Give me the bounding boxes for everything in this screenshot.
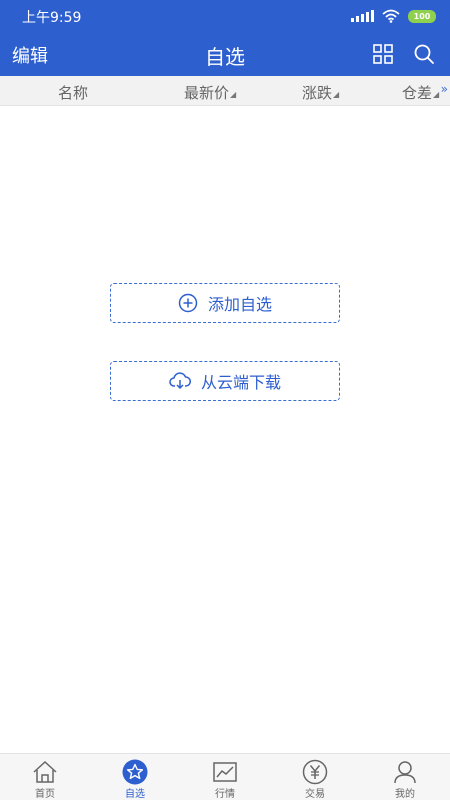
column-change[interactable]: 涨跌◢ (302, 82, 339, 103)
wifi-icon (382, 9, 400, 23)
tab-home[interactable]: 首页 (0, 754, 90, 800)
watchlist-empty-area (0, 107, 450, 753)
app-bar: 编辑 自选 (0, 32, 450, 76)
star-icon (122, 759, 148, 785)
column-latest-price[interactable]: 最新价◢ (184, 82, 236, 103)
cloud-download-label: 从云端下载 (200, 373, 281, 392)
search-icon[interactable] (413, 43, 435, 65)
status-bar: 上午9:59 100 (0, 0, 450, 32)
add-watchlist-label: 添加自选 (207, 295, 272, 314)
add-watchlist-button[interactable]: 添加自选 (110, 283, 340, 323)
user-icon (394, 761, 416, 784)
sort-icon: ◢ (230, 90, 237, 99)
signal-icon (351, 10, 374, 22)
tab-market[interactable]: 行情 (180, 754, 270, 800)
bottom-tab-bar: 首页 自选 行情 交易 我的 (0, 753, 450, 800)
tab-trade-label: 交易 (305, 789, 325, 800)
tab-profile[interactable]: 我的 (360, 754, 450, 800)
tab-profile-label: 我的 (395, 789, 415, 800)
cloud-download-button[interactable]: 从云端下载 (110, 361, 340, 401)
tab-market-label: 行情 (215, 789, 235, 800)
plus-circle-icon (178, 293, 198, 313)
chart-icon (213, 762, 237, 782)
cloud-download-icon (169, 372, 191, 390)
status-time: 上午9:59 (22, 10, 82, 26)
home-icon (33, 760, 57, 783)
tab-watchlist-label: 自选 (125, 789, 145, 800)
tab-home-label: 首页 (35, 789, 55, 800)
yen-icon (302, 759, 328, 785)
grid-icon[interactable] (373, 44, 393, 64)
column-header: 名称 最新价◢ 涨跌◢ 仓差◢ » (0, 76, 450, 106)
more-columns-icon[interactable]: » (441, 82, 448, 96)
tab-trade[interactable]: 交易 (270, 754, 360, 800)
sort-icon: ◢ (433, 90, 440, 99)
battery-icon: 100 (408, 9, 436, 23)
sort-icon: ◢ (333, 90, 340, 99)
column-open-interest-change[interactable]: 仓差◢ (402, 82, 439, 103)
tab-watchlist[interactable]: 自选 (90, 754, 180, 800)
column-name[interactable]: 名称 (58, 82, 88, 103)
status-icons: 100 (351, 8, 436, 24)
